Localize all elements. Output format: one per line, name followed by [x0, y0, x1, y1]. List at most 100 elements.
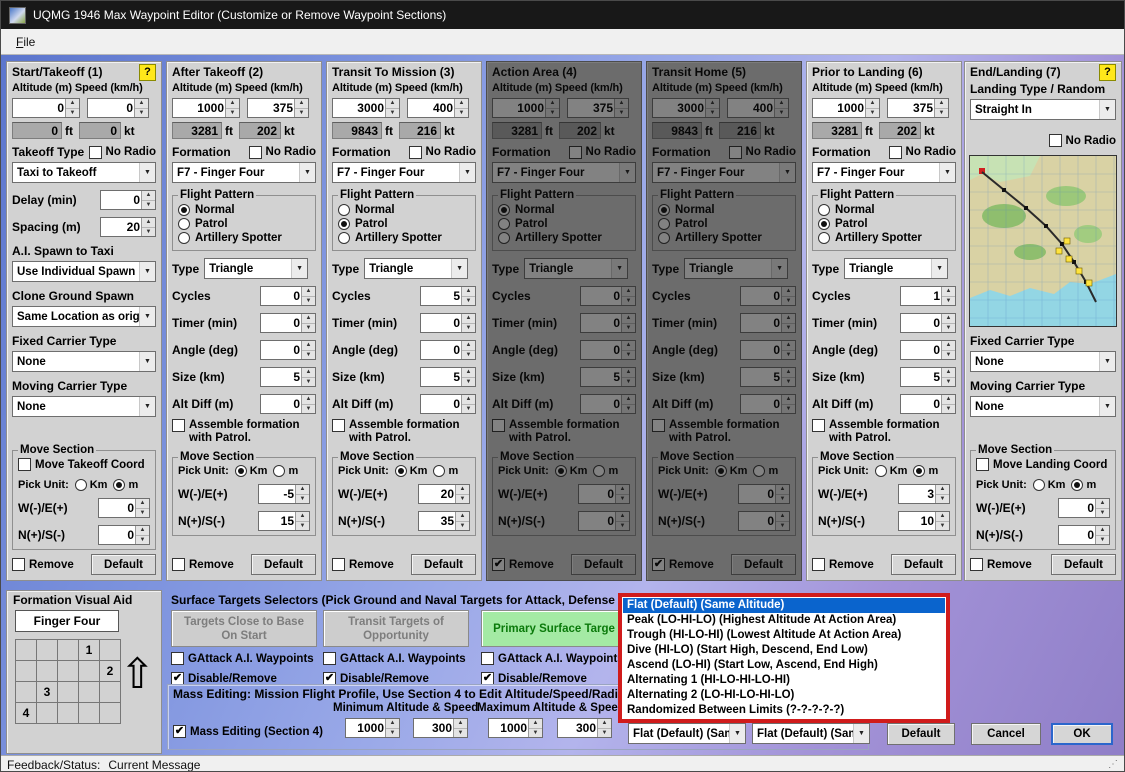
remove-checkbox[interactable]: Remove — [812, 558, 874, 571]
north-south-spinner[interactable]: 35 ▲ ▼ — [418, 511, 470, 531]
unit-m-radio[interactable]: m — [593, 465, 618, 477]
alt-diff-spinner[interactable]: 0 ▲ ▼ — [260, 394, 316, 414]
checkbox-box[interactable] — [970, 558, 983, 571]
radio-dot[interactable] — [818, 218, 830, 230]
checkbox-box[interactable]: ✔ — [492, 558, 505, 571]
help-icon[interactable]: ? — [139, 63, 156, 81]
surface-target-button-1[interactable]: Targets Close to Base On Start — [171, 610, 317, 647]
spinner-arrows[interactable]: ▲ ▼ — [294, 99, 308, 117]
spin-down-icon[interactable]: ▼ — [454, 727, 467, 737]
cycles-spinner[interactable]: 0 ▲ ▼ — [740, 286, 796, 306]
checkbox-box[interactable] — [88, 145, 102, 159]
spin-down-icon[interactable]: ▼ — [936, 493, 949, 503]
surface-target-button-3[interactable]: Primary Surface Targe — [481, 610, 627, 647]
checkbox-box[interactable]: ✔ — [652, 558, 665, 571]
spin-up-icon[interactable]: ▲ — [622, 314, 635, 323]
size-spinner[interactable]: 5 ▲ ▼ — [260, 367, 316, 387]
spinner-arrows[interactable]: ▲ ▼ — [865, 99, 879, 117]
checkbox-box[interactable] — [976, 458, 989, 471]
mass-value-spinner[interactable]: 1000 ▲ ▼ — [488, 718, 543, 738]
spinner-arrows[interactable]: ▲ ▼ — [615, 512, 629, 530]
spin-down-icon[interactable]: ▼ — [776, 520, 789, 530]
cycles-spinner[interactable]: 5 ▲ ▼ — [420, 286, 476, 306]
normal-radio[interactable]: Normal — [178, 204, 310, 216]
angle-spinner[interactable]: 0 ▲ ▼ — [420, 340, 476, 360]
assemble-formation-checkbox[interactable]: Assemble formation with Patrol. — [332, 419, 467, 445]
title-bar[interactable]: UQMG 1946 Max Waypoint Editor (Customize… — [1, 1, 1124, 29]
alt-diff-spinner[interactable]: 0 ▲ ▼ — [900, 394, 956, 414]
checkbox-box[interactable] — [888, 145, 902, 159]
spin-up-icon[interactable]: ▲ — [462, 287, 475, 296]
spinner-arrows[interactable]: ▲ ▼ — [455, 512, 469, 530]
west-east-spinner[interactable]: 20 ▲ ▼ — [418, 484, 470, 504]
spin-down-icon[interactable]: ▼ — [296, 493, 309, 503]
spin-down-icon[interactable]: ▼ — [936, 520, 949, 530]
normal-radio[interactable]: Normal — [658, 204, 790, 216]
spin-down-icon[interactable]: ▼ — [462, 349, 475, 359]
spin-up-icon[interactable]: ▲ — [622, 368, 635, 377]
patrol-radio[interactable]: Patrol — [818, 218, 950, 230]
north-south-spinner[interactable]: 15 ▲ ▼ — [258, 511, 310, 531]
spin-down-icon[interactable]: ▼ — [462, 376, 475, 386]
spin-up-icon[interactable]: ▲ — [942, 341, 955, 350]
default-button[interactable]: Default — [251, 554, 316, 575]
no-radio-checkbox[interactable]: No Radio — [248, 145, 316, 159]
speed-spinner[interactable]: 375 ▲ ▼ — [887, 98, 949, 118]
north-south-spinner[interactable]: 10 ▲ ▼ — [898, 511, 950, 531]
spinner-arrows[interactable]: ▲ ▼ — [597, 719, 611, 737]
landing-type-select[interactable]: Straight In ▼ — [970, 99, 1116, 120]
speed-spinner[interactable]: 400 ▲ ▼ — [727, 98, 789, 118]
radio-dot[interactable] — [338, 204, 350, 216]
spinner-arrows[interactable]: ▲ ▼ — [621, 314, 635, 332]
angle-spinner[interactable]: 0 ▲ ▼ — [260, 340, 316, 360]
checkbox-box[interactable] — [323, 652, 336, 665]
unit-km-radio[interactable]: Km — [74, 479, 107, 491]
dropdown-option[interactable]: Flat (Default) (Same Altitude) — [623, 598, 945, 613]
spin-down-icon[interactable]: ▼ — [616, 493, 629, 503]
spinner-arrows[interactable]: ▲ ▼ — [1095, 499, 1109, 517]
altitude-spinner[interactable]: 1000 ▲ ▼ — [812, 98, 880, 118]
spin-down-icon[interactable]: ▼ — [142, 226, 155, 236]
spin-down-icon[interactable]: ▼ — [546, 107, 559, 117]
radio-dot[interactable] — [234, 465, 247, 477]
spin-up-icon[interactable]: ▲ — [302, 314, 315, 323]
unit-km-radio[interactable]: Km — [394, 465, 427, 477]
spin-down-icon[interactable]: ▼ — [942, 322, 955, 332]
pattern-type-select[interactable]: Triangle ▼ — [204, 258, 309, 279]
spin-down-icon[interactable]: ▼ — [616, 520, 629, 530]
north-south-spinner[interactable]: 0 ▲ ▼ — [1058, 525, 1110, 545]
spin-down-icon[interactable]: ▼ — [782, 349, 795, 359]
default-button[interactable]: Default — [731, 554, 796, 575]
spin-up-icon[interactable]: ▲ — [302, 395, 315, 404]
spinner-arrows[interactable]: ▲ ▼ — [461, 368, 475, 386]
radio-dot[interactable] — [818, 232, 830, 244]
default-button-global[interactable]: Default — [887, 723, 955, 745]
cycles-spinner[interactable]: 0 ▲ ▼ — [580, 286, 636, 306]
formation-select[interactable]: F7 - Finger Four ▼ — [652, 162, 796, 183]
spin-up-icon[interactable]: ▲ — [296, 485, 309, 494]
radio-dot[interactable] — [498, 218, 510, 230]
spinner-arrows[interactable]: ▲ ▼ — [621, 368, 635, 386]
unit-m-radio[interactable]: m — [433, 465, 458, 477]
radio-dot[interactable] — [593, 465, 606, 477]
spinner-arrows[interactable]: ▲ ▼ — [141, 191, 155, 209]
spin-up-icon[interactable]: ▲ — [942, 314, 955, 323]
gattack-waypoints-checkbox[interactable]: GAttack A.I. Waypoints — [323, 652, 466, 665]
dropdown-option[interactable]: Peak (LO-HI-LO) (Highest Altitude At Act… — [623, 613, 945, 628]
dropdown-option[interactable]: Trough (HI-LO-HI) (Lowest Altitude At Ac… — [623, 628, 945, 643]
spinner-arrows[interactable]: ▲ ▼ — [1095, 526, 1109, 544]
radio-dot[interactable] — [338, 232, 350, 244]
no-radio-checkbox[interactable]: No Radio — [408, 145, 476, 159]
west-east-spinner[interactable]: 0 ▲ ▼ — [738, 484, 790, 504]
dropdown-option[interactable]: Ascend (LO-HI) (Start Low, Ascend, End H… — [623, 658, 945, 673]
unit-m-radio[interactable]: m — [1071, 479, 1096, 491]
spin-up-icon[interactable]: ▲ — [782, 314, 795, 323]
checkbox-box[interactable] — [652, 419, 665, 432]
radio-dot[interactable] — [498, 204, 510, 216]
spin-up-icon[interactable]: ▲ — [454, 719, 467, 728]
spinner-arrows[interactable]: ▲ ▼ — [621, 395, 635, 413]
default-button[interactable]: Default — [411, 554, 476, 575]
artillery-spotter-radio[interactable]: Artillery Spotter — [178, 232, 310, 244]
spinner-arrows[interactable]: ▲ ▼ — [454, 99, 468, 117]
formation-select[interactable]: F7 - Finger Four ▼ — [332, 162, 476, 183]
